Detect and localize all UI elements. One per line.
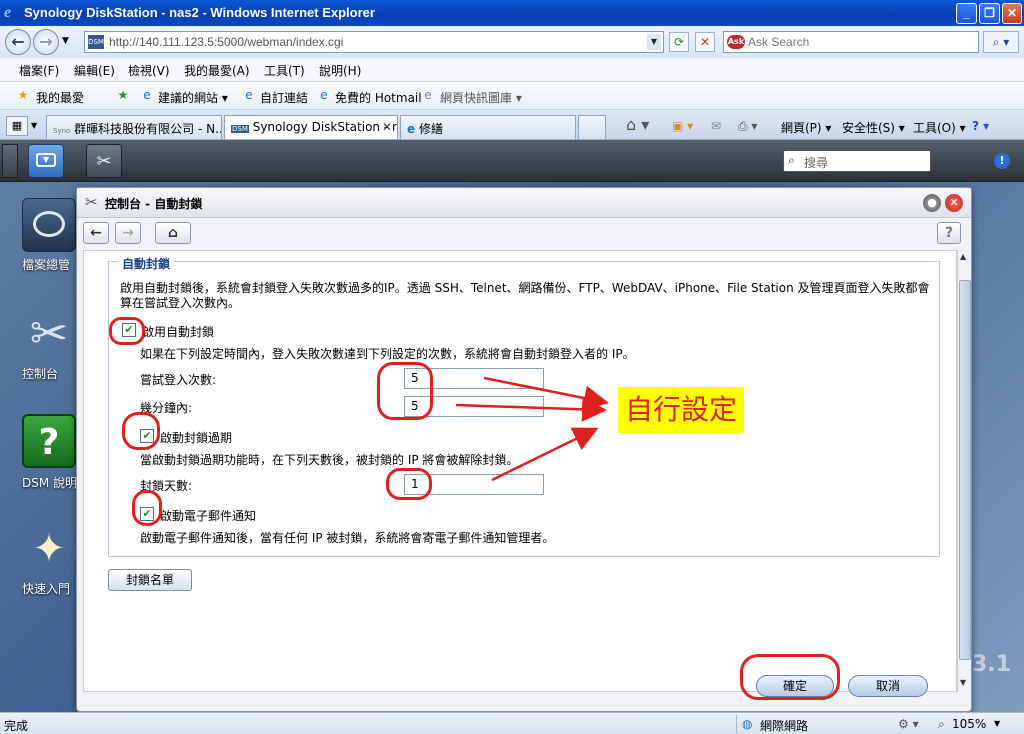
zoom-level[interactable]: 105% [952, 717, 986, 731]
annotation-arrow [491, 427, 599, 482]
annotation-ring [109, 317, 145, 345]
internet-zone-icon: ◍ [742, 717, 753, 731]
annotation-arrow [455, 396, 607, 422]
annotation-callout: 自行設定 [618, 387, 744, 433]
annotation-ring [386, 468, 432, 500]
annotation-arrows [455, 376, 609, 482]
status-bar: 完成 ◍ 網際網路 ⚙ ▾ ⌕ 105% ▼ [0, 712, 1024, 734]
annotation-arrow [483, 376, 609, 411]
protected-mode-icon[interactable]: ⚙ ▾ [898, 717, 919, 731]
zoom-icon[interactable]: ⌕ [938, 717, 945, 732]
security-zone: 網際網路 [760, 719, 809, 733]
annotation-ring [377, 362, 433, 420]
annotation-ring [132, 490, 162, 526]
annotation-ring [740, 654, 840, 700]
annotation-ring [122, 412, 160, 450]
status-text: 完成 [4, 719, 29, 733]
zoom-dropdown-icon[interactable]: ▼ [994, 719, 1000, 728]
